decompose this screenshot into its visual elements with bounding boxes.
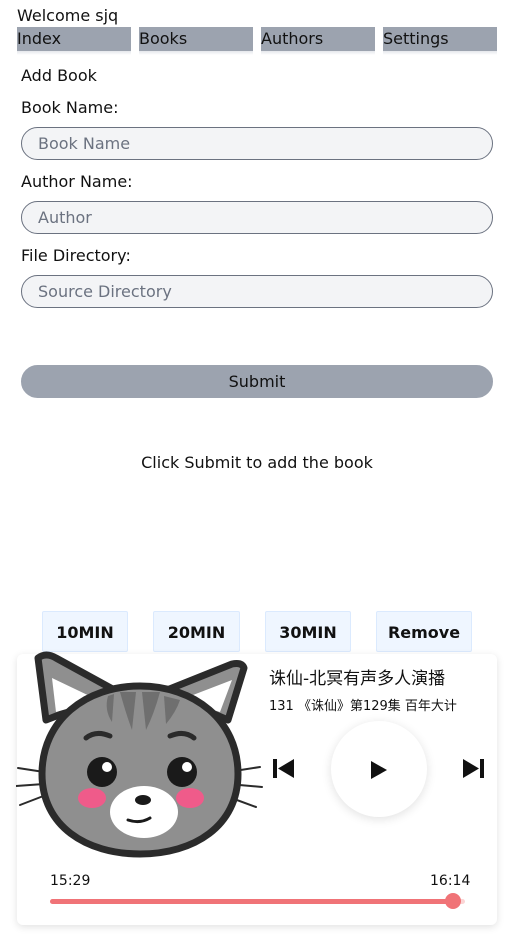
author-name-input[interactable] bbox=[21, 201, 493, 234]
progress-fill bbox=[50, 899, 453, 904]
author-name-label: Author Name: bbox=[21, 172, 133, 191]
play-icon bbox=[371, 761, 387, 779]
nav-item-authors[interactable]: Authors bbox=[261, 27, 375, 55]
file-directory-label: File Directory: bbox=[21, 246, 131, 265]
book-name-label: Book Name: bbox=[21, 98, 119, 117]
book-name-input[interactable] bbox=[21, 127, 493, 160]
nav-item-index[interactable]: Index bbox=[17, 27, 131, 55]
total-time: 16:14 bbox=[430, 873, 471, 889]
form-title: Add Book bbox=[21, 66, 97, 85]
next-track-icon[interactable] bbox=[462, 759, 484, 778]
submit-button[interactable]: Submit bbox=[21, 365, 493, 398]
progress-thumb[interactable] bbox=[444, 893, 461, 909]
nav-item-books[interactable]: Books bbox=[139, 27, 253, 55]
timer-10min-button[interactable]: 10MIN bbox=[42, 611, 128, 652]
top-nav: Index Books Authors Settings bbox=[17, 27, 497, 55]
track-subtitle: 131 《诛仙》第129集 百年大计 bbox=[269, 699, 457, 714]
nav-item-settings[interactable]: Settings bbox=[383, 27, 497, 55]
file-directory-input[interactable] bbox=[21, 275, 493, 308]
previous-track-icon[interactable] bbox=[273, 759, 295, 778]
play-button[interactable] bbox=[331, 721, 427, 817]
welcome-text: Welcome sjq bbox=[17, 6, 119, 25]
current-time: 15:29 bbox=[50, 873, 91, 889]
timer-remove-button[interactable]: Remove bbox=[376, 611, 472, 652]
timer-20min-button[interactable]: 20MIN bbox=[153, 611, 240, 652]
track-title: 诛仙-北冥有声多人演播 bbox=[269, 669, 446, 689]
cat-face-icon bbox=[16, 651, 263, 858]
timer-30min-button[interactable]: 30MIN bbox=[265, 611, 351, 652]
progress-slider[interactable] bbox=[50, 893, 465, 909]
submit-hint: Click Submit to add the book bbox=[141, 453, 373, 472]
